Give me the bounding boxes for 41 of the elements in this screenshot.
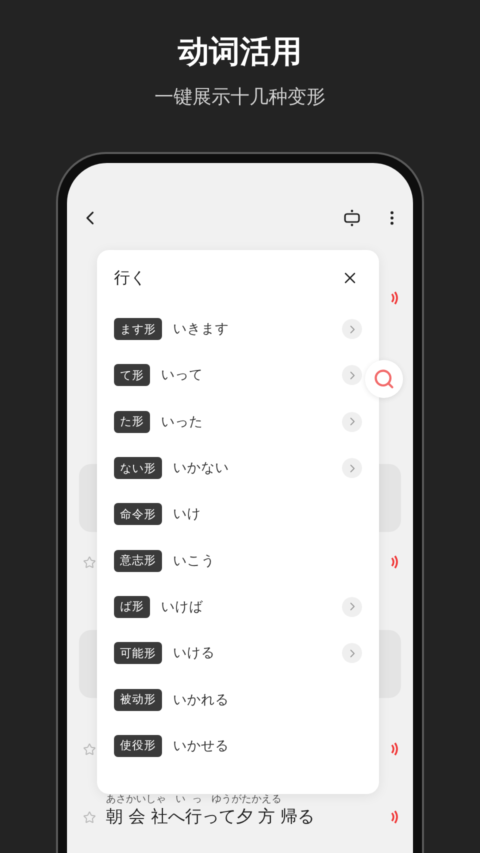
form-value: いけば [161,598,204,616]
form-tag: ます形 [114,318,162,340]
form-tag: ば形 [114,596,150,618]
chevron-button[interactable] [342,643,362,664]
page-heading: 动词活用 [178,33,302,72]
dialog-title: 行く [114,268,146,288]
form-value: いこう [173,552,216,570]
speaker-icon[interactable] [391,810,399,824]
speaker-icon[interactable] [391,742,399,756]
resize-icon[interactable] [343,209,361,227]
form-tag: 命令形 [114,503,162,526]
chevron-button[interactable] [342,365,362,386]
star-icon[interactable] [83,811,96,824]
form-tag: 使役形 [114,734,162,757]
chevron-button[interactable] [342,458,362,478]
star-icon[interactable] [83,742,96,756]
form-tag: 意志形 [114,550,162,572]
furigana-reading: あさかいしゃ い っ ゆうがたかえる [106,793,282,806]
star-icon[interactable] [83,556,96,568]
speaker-icon[interactable] [391,291,399,305]
form-value: いって [161,366,204,384]
search-icon [373,368,395,390]
search-button[interactable] [365,360,403,398]
example-sentence: 朝 会 社へ行って夕 方 帰る [106,806,316,828]
form-value: いった [161,412,204,431]
chevron-button[interactable] [342,319,362,340]
page-subheading: 一键展示十几种变形 [154,85,326,110]
form-value: いかせる [173,736,230,755]
form-tag: ない形 [114,457,162,480]
form-tag: 可能形 [114,642,162,664]
chevron-button[interactable] [342,412,362,432]
form-value: いきます [173,320,230,338]
form-value: いけ [173,505,202,524]
form-value: いかれる [173,690,230,709]
speaker-icon[interactable] [391,555,399,569]
chevron-button[interactable] [342,596,362,617]
form-tag: た形 [114,410,150,433]
form-value: いける [173,644,216,662]
form-tag: 被动形 [114,688,162,711]
form-value: いかない [173,459,230,478]
form-tag: て形 [114,364,150,386]
